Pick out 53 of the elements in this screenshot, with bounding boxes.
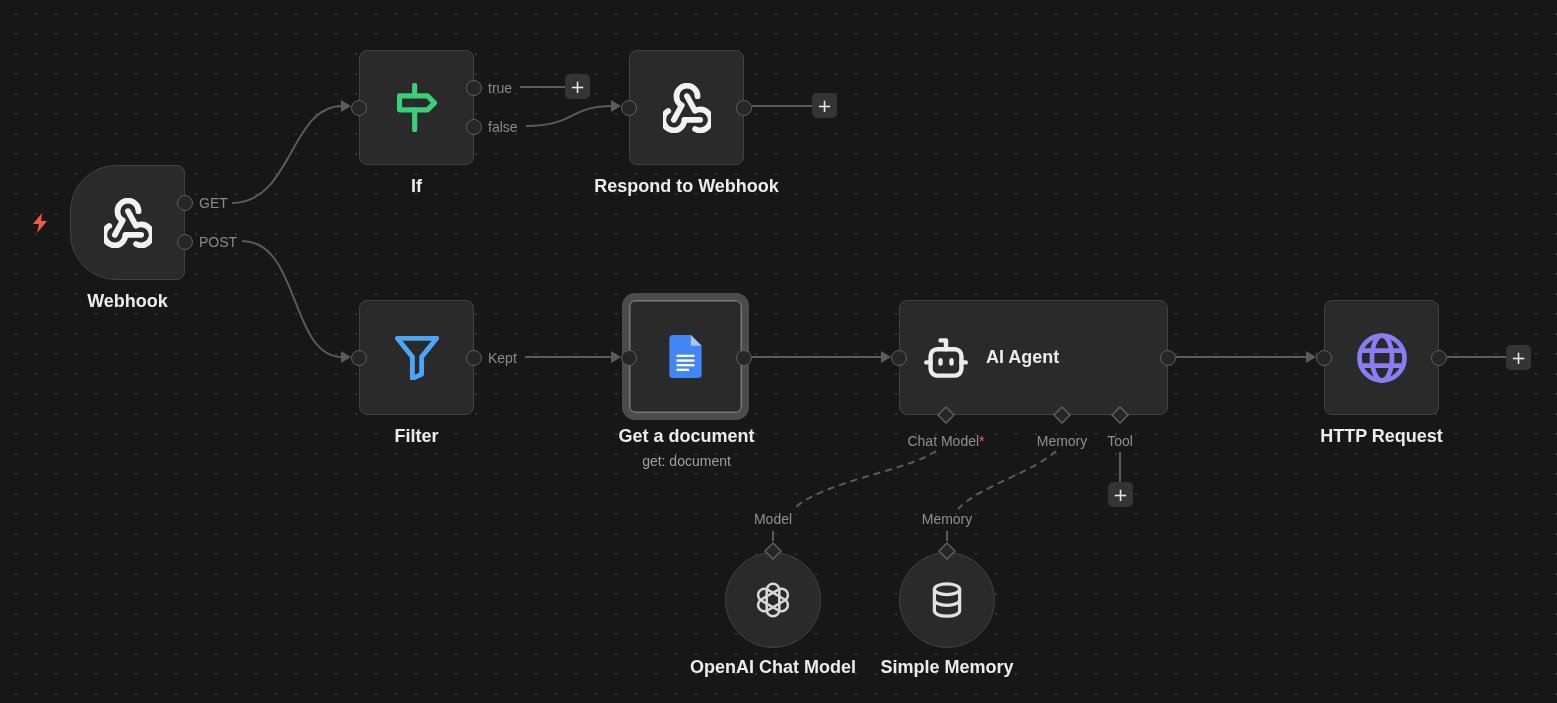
- database-icon: [932, 582, 962, 618]
- output-label: POST: [199, 232, 238, 251]
- connector-handle[interactable]: [938, 542, 956, 560]
- webhook-icon: [662, 82, 711, 133]
- output-label: GET: [199, 194, 228, 213]
- workflow-node[interactable]: [629, 50, 744, 165]
- node-label: AI Agent: [986, 347, 1060, 368]
- output-handle[interactable]: [177, 195, 193, 212]
- connector-label: Tool: [1107, 432, 1133, 450]
- connector-handle[interactable]: [937, 406, 955, 424]
- globe-icon: [1356, 332, 1407, 383]
- add-button[interactable]: +: [565, 74, 590, 99]
- input-handle[interactable]: [1316, 349, 1332, 366]
- workflow-node[interactable]: [359, 50, 474, 165]
- signpost-icon: [396, 83, 437, 132]
- lightning-icon: [32, 212, 48, 233]
- port-label: Model: [753, 510, 793, 528]
- node-label: HTTP Request: [1320, 425, 1443, 447]
- connector-label: Chat Model*: [907, 432, 985, 450]
- connector-handle[interactable]: [1053, 406, 1071, 424]
- knot-icon: [755, 582, 791, 618]
- input-handle[interactable]: [621, 99, 637, 116]
- node-label: Filter: [394, 425, 439, 447]
- funnel-icon: [394, 335, 439, 380]
- workflow-node[interactable]: [622, 293, 749, 420]
- webhook-icon: [103, 197, 152, 248]
- node-label: Simple Memory: [880, 656, 1014, 678]
- output-label: false: [488, 117, 518, 136]
- port-label: Memory: [921, 510, 973, 528]
- connector-handle[interactable]: [1111, 406, 1129, 424]
- output-handle[interactable]: [466, 80, 482, 97]
- add-button[interactable]: +: [1108, 482, 1133, 507]
- node-label: If: [411, 175, 422, 197]
- output-label: Kept: [488, 348, 517, 367]
- add-button[interactable]: +: [1506, 345, 1531, 370]
- input-handle[interactable]: [351, 349, 367, 366]
- output-label: true: [488, 79, 513, 98]
- trigger-node[interactable]: [70, 165, 185, 280]
- connector-label: Memory: [1036, 432, 1088, 450]
- robot-icon: [924, 337, 968, 378]
- node-label: OpenAI Chat Model: [690, 656, 856, 678]
- node-subtitle: get: document: [642, 452, 731, 470]
- node-label: Webhook: [87, 290, 168, 312]
- workflow-node[interactable]: [1324, 300, 1439, 415]
- node-label: Respond to Webhook: [594, 175, 779, 197]
- agent-node[interactable]: AI Agent: [899, 300, 1168, 415]
- add-button[interactable]: +: [812, 93, 837, 118]
- document-icon: [669, 335, 702, 378]
- connector-handle[interactable]: [764, 542, 782, 560]
- node-label: Get a document: [618, 425, 755, 447]
- input-handle[interactable]: [351, 99, 367, 116]
- input-handle[interactable]: [891, 349, 907, 366]
- workflow-node[interactable]: [359, 300, 474, 415]
